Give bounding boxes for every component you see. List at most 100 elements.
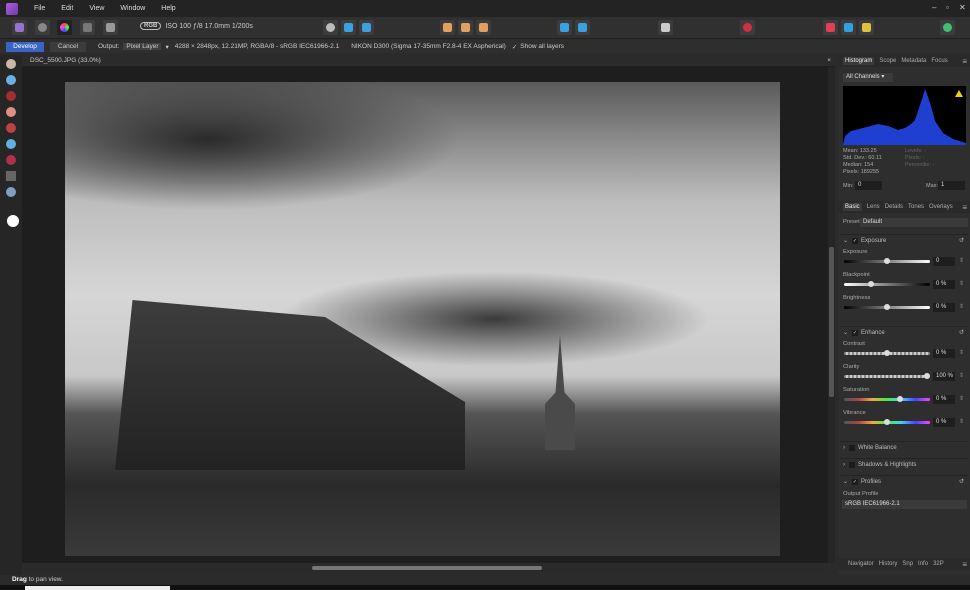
spinner-icon[interactable]: ⇕ — [959, 418, 964, 425]
channel-select[interactable]: All Channels ▾ — [843, 73, 893, 82]
slider-value-input[interactable]: 0 % — [933, 349, 955, 358]
tab-32p[interactable]: 32P — [933, 561, 944, 567]
document-tab[interactable]: DSC_5500.JPG (33.0%) × — [22, 55, 835, 67]
color-swatch[interactable] — [7, 215, 19, 227]
slider-exposure[interactable] — [844, 258, 930, 264]
horizontal-scrollbar[interactable] — [22, 564, 828, 572]
section-profiles[interactable]: ⌄ ✓ Profiles ↺ — [840, 475, 968, 487]
slider-knob[interactable] — [884, 258, 890, 264]
white-balance-tool-icon[interactable] — [6, 187, 16, 197]
tab-histogram[interactable]: Histogram — [843, 57, 875, 65]
split-before-after-icon[interactable] — [575, 20, 590, 35]
tab-overlays[interactable]: Overlays — [929, 204, 953, 210]
photo-persona-button[interactable] — [12, 20, 27, 35]
tab-metadata[interactable]: Metadata — [901, 58, 926, 64]
tone-mapping-persona-button[interactable] — [80, 20, 95, 35]
minimize-button[interactable]: – — [932, 3, 936, 12]
spinner-icon[interactable]: ⇕ — [959, 280, 964, 287]
cancel-button[interactable]: Cancel — [50, 41, 86, 52]
tab-lens[interactable]: Lens — [867, 204, 880, 210]
slider-value-input[interactable]: 0 % — [933, 418, 955, 427]
slider-knob[interactable] — [896, 396, 903, 402]
brush-tool-icon[interactable] — [6, 123, 16, 133]
export-persona-button[interactable] — [103, 20, 118, 35]
menu-file[interactable]: File — [34, 5, 45, 12]
tab-basic[interactable]: Basic — [843, 203, 862, 211]
min-input[interactable]: 0 — [855, 181, 882, 190]
reset-icon[interactable]: ↺ — [959, 237, 964, 244]
reset-icon[interactable]: ↺ — [959, 478, 964, 485]
output-profile-select[interactable]: sRGB IEC61966-2.1 — [842, 500, 967, 509]
overlay-tool-icon[interactable] — [476, 20, 491, 35]
tab-details[interactable]: Details — [885, 204, 903, 210]
slider-contrast[interactable] — [844, 350, 930, 356]
slider-knob[interactable] — [924, 373, 930, 379]
tab-snapshots[interactable]: Snp — [902, 561, 913, 567]
menu-window[interactable]: Window — [120, 5, 145, 12]
menu-edit[interactable]: Edit — [61, 5, 73, 12]
section-enable-checkbox[interactable] — [849, 444, 855, 451]
slider-knob[interactable] — [884, 419, 890, 425]
user-account-icon[interactable] — [940, 20, 955, 35]
panel-menu-icon[interactable]: ≡ — [962, 560, 967, 569]
slider-vibrance[interactable] — [844, 419, 930, 425]
slider-knob[interactable] — [884, 350, 890, 356]
spinner-icon[interactable]: ⇕ — [959, 349, 964, 356]
erase-brush-icon[interactable] — [6, 139, 16, 149]
spinner-icon[interactable]: ⇕ — [959, 395, 964, 402]
section-shadows-highlights[interactable]: › Shadows & Highlights — [840, 458, 968, 470]
zoom-tool-icon[interactable] — [6, 75, 16, 85]
chevron-down-icon[interactable]: ⌄ — [843, 237, 848, 244]
view-tool-icon[interactable] — [6, 59, 16, 69]
develop-button[interactable]: Develop — [6, 41, 44, 52]
spinner-icon[interactable]: ⇕ — [959, 303, 964, 310]
spinner-icon[interactable]: ⇕ — [959, 372, 964, 379]
chevron-right-icon[interactable]: › — [843, 445, 845, 451]
max-input[interactable]: 1 — [938, 181, 965, 190]
section-enhance[interactable]: ⌄ ✓ Enhance ↺ — [840, 326, 968, 338]
close-document-icon[interactable]: × — [827, 55, 831, 67]
section-enable-checkbox[interactable]: ✓ — [852, 478, 859, 485]
develop-persona-button[interactable] — [57, 20, 72, 35]
slider-knob[interactable] — [884, 304, 890, 310]
tab-navigator[interactable]: Navigator — [848, 561, 874, 567]
mirror-view-icon[interactable] — [359, 20, 374, 35]
slider-saturation[interactable] — [844, 396, 930, 402]
vertical-scrollbar[interactable] — [828, 67, 835, 563]
before-after-icon[interactable] — [557, 20, 572, 35]
section-enable-checkbox[interactable] — [849, 461, 855, 468]
chevron-right-icon[interactable]: › — [843, 462, 845, 468]
restore-button[interactable]: ▫ — [946, 3, 949, 12]
slider-value-input[interactable]: 0 — [933, 257, 955, 266]
reset-icon[interactable]: ↺ — [959, 329, 964, 336]
liquify-persona-button[interactable] — [35, 20, 50, 35]
clip-tones-icon[interactable] — [859, 20, 874, 35]
slider-brightness[interactable] — [844, 304, 930, 310]
spinner-icon[interactable]: ⇕ — [959, 257, 964, 264]
section-enable-checkbox[interactable]: ✓ — [852, 329, 859, 336]
section-enable-checkbox[interactable]: ✓ — [852, 237, 859, 244]
panel-menu-icon[interactable]: ≡ — [962, 203, 967, 212]
split-view-icon[interactable] — [341, 20, 356, 35]
section-white-balance[interactable]: › White Balance — [840, 441, 968, 453]
radial-overlay-icon[interactable] — [6, 155, 16, 165]
show-all-layers-checkbox[interactable]: ✓ — [512, 43, 517, 51]
slider-value-input[interactable]: 0 % — [933, 303, 955, 312]
speech-bubble-icon[interactable] — [658, 20, 673, 35]
view-icon[interactable] — [323, 20, 338, 35]
clip-shadows-icon[interactable] — [841, 20, 856, 35]
menu-help[interactable]: Help — [161, 5, 175, 12]
slider-knob[interactable] — [868, 281, 874, 287]
tab-info[interactable]: Info — [918, 561, 928, 567]
tab-history[interactable]: History — [879, 561, 898, 567]
chevron-down-icon[interactable]: ⌄ — [843, 329, 848, 336]
slider-blackpoint[interactable] — [844, 281, 930, 287]
slider-value-input[interactable]: 0 % — [933, 395, 955, 404]
blemish-removal-tool-icon[interactable] — [6, 107, 16, 117]
tab-scope[interactable]: Scope — [879, 58, 896, 64]
slider-clarity[interactable] — [844, 373, 930, 379]
red-eye-tool-icon[interactable] — [6, 91, 16, 101]
slider-value-input[interactable]: 0 % — [933, 280, 955, 289]
close-window-button[interactable]: ✕ — [959, 3, 966, 12]
tab-tones[interactable]: Tones — [908, 204, 924, 210]
